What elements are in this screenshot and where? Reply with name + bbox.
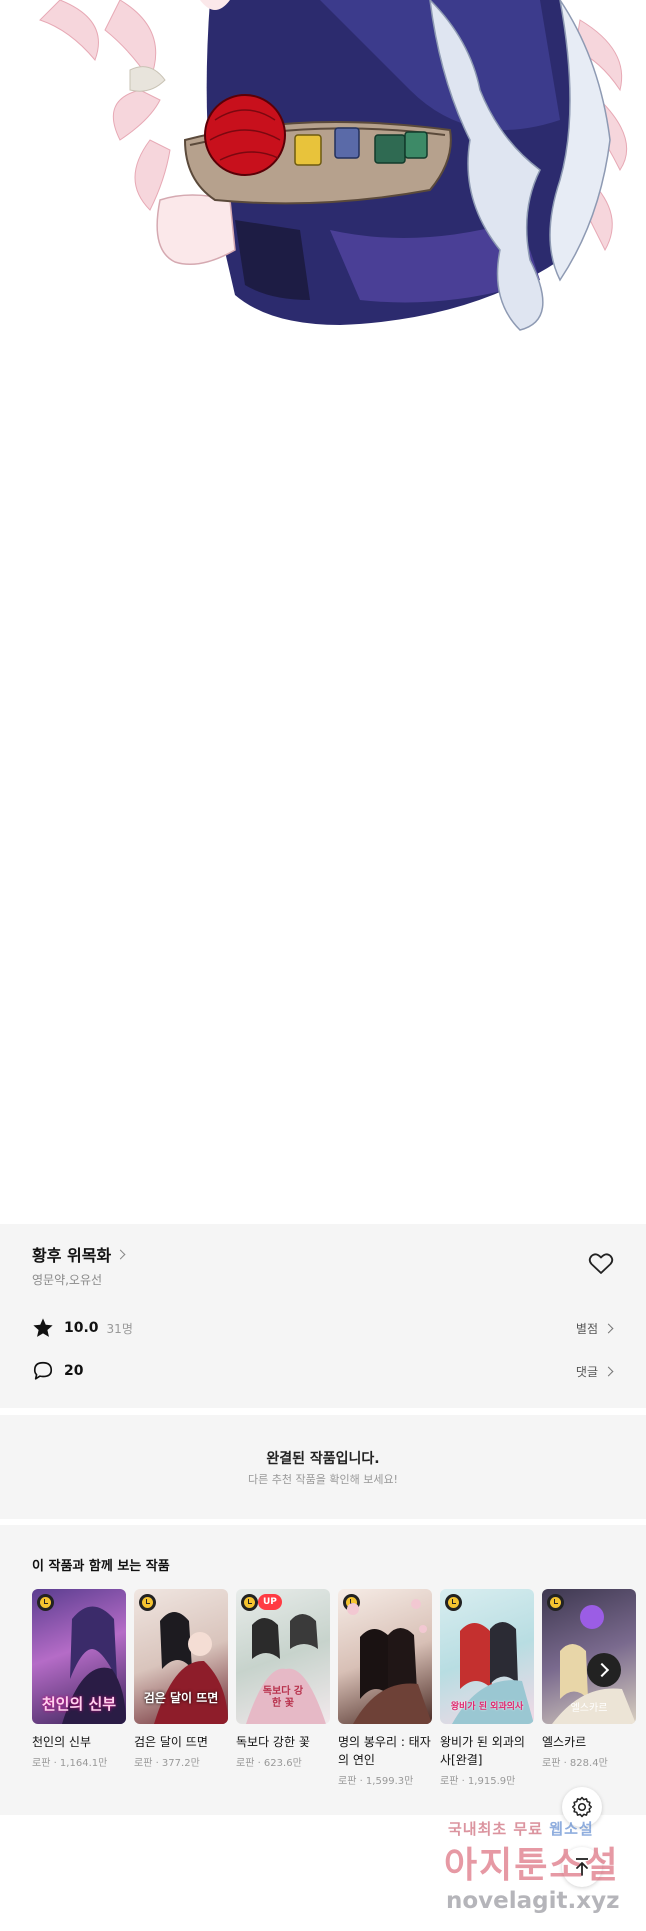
- work-info-panel: 황후 위목화 영문약,오유선 10.0 31명 별점 20 댓글: [0, 1224, 646, 1408]
- card-meta: 로판 · 1,164.1만: [32, 1758, 108, 1769]
- card-meta: 로판 · 377.2만: [134, 1758, 200, 1769]
- gear-icon: [571, 1796, 593, 1818]
- recommendation-card[interactable]: 검은 달이 뜨면 검은 달이 뜨면 로판 · 377.2만: [134, 1589, 228, 1769]
- cover-art: [347, 1599, 432, 1724]
- card-meta: 로판 · 828.4만: [542, 1758, 608, 1769]
- cover-title-art: 왕비가 된 외과의사: [450, 1702, 524, 1712]
- card-title: 엘스카르: [542, 1735, 587, 1749]
- work-title: 황후 위목화: [32, 1246, 112, 1265]
- chevron-right-icon: [115, 1249, 126, 1259]
- cover-thumbnail: 왕비가 된 외과의사: [440, 1589, 534, 1724]
- comment-link[interactable]: 댓글: [575, 1363, 614, 1380]
- card-meta: 로판 · 1,915.9만: [440, 1776, 516, 1787]
- recommendation-card[interactable]: 명의 봉우리 : 태자의 연인 로판 · 1,599.3만: [338, 1589, 432, 1787]
- comment-row: 20: [32, 1360, 83, 1382]
- rating-value: 10.0: [64, 1320, 99, 1336]
- comic-panel-image: [0, 0, 646, 340]
- watermark-line3: novelagit.xyz: [446, 1888, 620, 1914]
- cover-thumbnail: 천인의 신부: [32, 1589, 126, 1724]
- comic-illustration: [39, 0, 628, 331]
- completed-subtitle: 다른 추천 작품을 확인해 보세요!: [248, 1473, 398, 1486]
- cover-thumbnail: 검은 달이 뜨면: [134, 1589, 228, 1724]
- card-title: 검은 달이 뜨면: [134, 1735, 208, 1749]
- chevron-right-icon: [603, 1323, 614, 1334]
- comment-bubble-icon: [33, 1361, 53, 1380]
- cover-title-art: 엘스카르: [570, 1703, 608, 1714]
- recommendations-heading: 이 작품과 함께 보는 작품: [32, 1559, 170, 1574]
- scroll-top-button[interactable]: [562, 1847, 602, 1887]
- recommendation-card[interactable]: UP 독보다 강한 꽃 독보다 강한 꽃 로판 · 623.6만: [236, 1589, 330, 1769]
- site-watermark: 국내최초 무료 웹소설 아지툰소설 novelagit.xyz: [440, 1812, 646, 1931]
- chevron-right-icon: [594, 1662, 610, 1678]
- cover-title-art: 천인의 신부: [41, 1695, 117, 1713]
- rating-count: 31명: [106, 1321, 133, 1336]
- completed-title: 완결된 작품입니다.: [266, 1451, 380, 1467]
- rating-row: 10.0 31명: [32, 1317, 133, 1339]
- card-meta: 로판 · 1,599.3만: [338, 1776, 414, 1787]
- cover-thumbnail: [338, 1589, 432, 1724]
- recommendation-card[interactable]: 왕비가 된 외과의사 왕비가 된 외과의사[완결] 로판 · 1,915.9만: [440, 1589, 534, 1787]
- work-title-link[interactable]: 황후 위목화: [32, 1242, 126, 1266]
- comment-count: 20: [64, 1363, 84, 1379]
- arrow-up-icon: [576, 1858, 588, 1876]
- card-title: 독보다 강한 꽃: [236, 1735, 310, 1749]
- recommendation-carousel[interactable]: 천인의 신부 천인의 신부 로판 · 1,164.1만 검은 달이 뜨면 검은 …: [32, 1589, 646, 1809]
- completed-notice: 완결된 작품입니다. 다른 추천 작품을 확인해 보세요!: [0, 1415, 646, 1519]
- card-meta: 로판 · 623.6만: [236, 1758, 302, 1769]
- heart-icon[interactable]: [588, 1252, 614, 1276]
- work-authors: 영문약,오유선: [32, 1273, 103, 1287]
- carousel-next-button[interactable]: [587, 1653, 621, 1687]
- chevron-right-icon: [603, 1366, 614, 1377]
- rating-link-label: 별점: [575, 1322, 598, 1336]
- cover-thumbnail: 엘스카르: [542, 1589, 636, 1724]
- settings-button[interactable]: [562, 1787, 602, 1827]
- card-title: 왕비가 된 외과의사[완결]: [440, 1735, 525, 1767]
- recommendations-section: 이 작품과 함께 보는 작품 천인의 신부 천인의 신부 로판 · 1,164.…: [0, 1525, 646, 1815]
- rating-link[interactable]: 별점: [575, 1320, 614, 1337]
- recommendation-card[interactable]: 천인의 신부 천인의 신부 로판 · 1,164.1만: [32, 1589, 126, 1769]
- cover-title-art: 독보다 강한 꽃: [262, 1686, 304, 1709]
- cover-title-art: 검은 달이 뜨면: [143, 1691, 219, 1705]
- cover-thumbnail: UP 독보다 강한 꽃: [236, 1589, 330, 1724]
- star-icon: [33, 1318, 53, 1337]
- comment-link-label: 댓글: [575, 1365, 598, 1379]
- card-title: 명의 봉우리 : 태자의 연인: [338, 1735, 431, 1767]
- card-title: 천인의 신부: [32, 1735, 92, 1749]
